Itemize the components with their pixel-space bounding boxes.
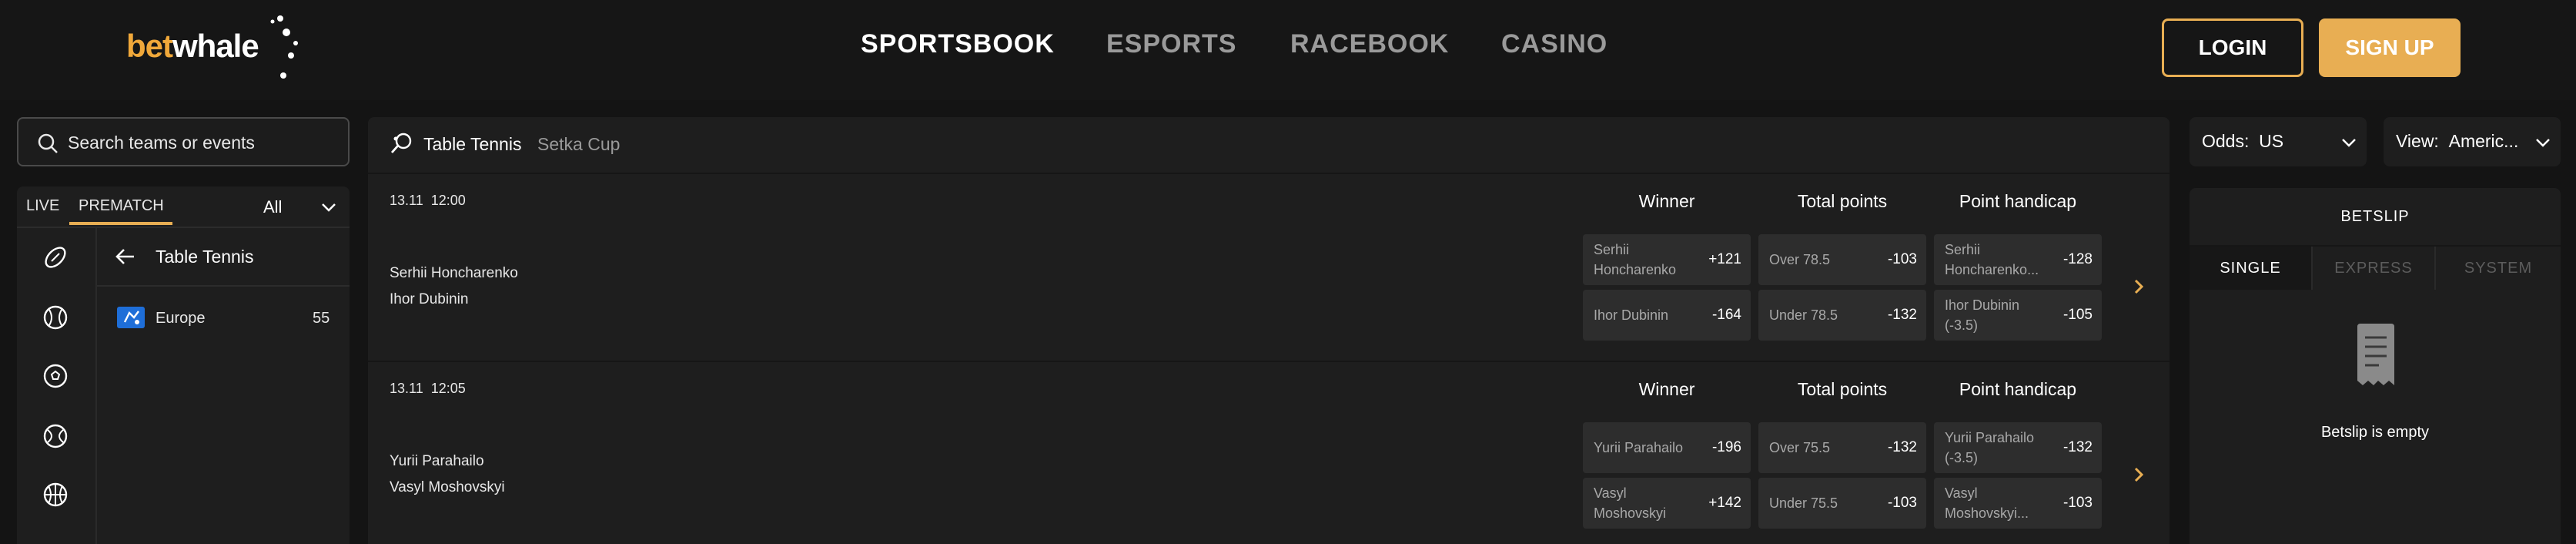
odds-label: Odds:	[2202, 131, 2250, 151]
tab-prematch[interactable]: PREMATCH	[79, 197, 164, 215]
team-away: Vasyl Moshovskyi	[390, 479, 505, 495]
odd-handicap-away[interactable]: Vasyl Moshovskyi... -103	[1934, 478, 2102, 529]
section-title: Table Tennis	[156, 247, 254, 267]
odds-value: US	[2259, 131, 2284, 151]
search-icon	[38, 133, 58, 153]
col-total: Total points	[1797, 191, 1888, 211]
chevron-right-icon[interactable]	[2131, 277, 2146, 296]
betslip-empty-text: Betslip is empty	[2320, 424, 2430, 441]
view-select[interactable]: View: Americ...	[2384, 117, 2561, 166]
tab-single[interactable]: SINGLE	[2190, 247, 2313, 290]
europe-flag-icon	[117, 307, 145, 328]
team-home: Serhii Honcharenko	[390, 265, 518, 281]
nav-sportsbook[interactable]: SPORTSBOOK	[861, 29, 1055, 59]
match-row[interactable]: 13.11 12:00 Winner Total points Point ha…	[368, 176, 2170, 362]
nav-esports[interactable]: ESPORTS	[1106, 29, 1236, 59]
tab-express[interactable]: EXPRESS	[2313, 247, 2436, 290]
team-away: Ihor Dubinin	[390, 291, 469, 307]
chevron-down-icon	[2342, 139, 2356, 147]
view-value: Americ...	[2448, 131, 2519, 151]
odd-handicap-home[interactable]: Yurii Parahailo (-3.5) -132	[1934, 422, 2102, 473]
betslip-panel: BETSLIP SINGLE EXPRESS SYSTEM Betslip is…	[2190, 188, 2561, 544]
chevron-down-icon	[2536, 139, 2550, 147]
filter-select[interactable]: All	[263, 197, 282, 217]
events-header: Table Tennis Setka Cup	[368, 117, 2170, 174]
view-label: View:	[2396, 131, 2439, 151]
betwhale-logo[interactable]: betwhale	[123, 12, 300, 86]
nav-casino[interactable]: CASINO	[1501, 29, 1607, 59]
odd-winner-home[interactable]: Yurii Parahailo -196	[1583, 422, 1751, 473]
match-date: 13.11 12:05	[390, 381, 466, 396]
nav-racebook[interactable]: RACEBOOK	[1290, 29, 1449, 59]
tab-system[interactable]: SYSTEM	[2436, 247, 2561, 290]
odd-winner-home[interactable]: Serhii Honcharenko +121	[1583, 234, 1751, 285]
football-icon[interactable]	[42, 243, 69, 271]
events-panel: Table Tennis Setka Cup 13.11 12:00 Winne…	[368, 117, 2170, 544]
col-total: Total points	[1797, 379, 1888, 399]
logo-bubbles-icon	[270, 15, 298, 79]
odd-winner-away[interactable]: Ihor Dubinin -164	[1583, 290, 1751, 341]
tab-active-underline	[69, 222, 172, 225]
top-header: betwhale SPORTSBOOK ESPORTS RACEBOOK CAS…	[0, 0, 2576, 100]
match-row[interactable]: 13.11 12:05 Winner Total points Point ha…	[368, 364, 2170, 544]
col-handicap: Point handicap	[1959, 379, 2077, 399]
betslip-title: BETSLIP	[2340, 208, 2410, 225]
tennis-icon[interactable]	[42, 422, 69, 450]
odd-total-under[interactable]: Under 75.5 -103	[1758, 478, 1926, 529]
team-home: Yurii Parahailo	[390, 453, 484, 469]
baseball-icon[interactable]	[42, 304, 69, 331]
odd-total-over[interactable]: Over 75.5 -132	[1758, 422, 1926, 473]
breadcrumb-sport[interactable]: Table Tennis	[423, 134, 521, 155]
search-placeholder: Search teams or events	[68, 133, 255, 153]
login-button[interactable]: LOGIN	[2162, 18, 2303, 77]
odd-total-over[interactable]: Over 78.5 -103	[1758, 234, 1926, 285]
region-count: 55	[313, 310, 330, 327]
search-input[interactable]: Search teams or events	[17, 117, 350, 166]
basketball-icon[interactable]	[42, 481, 69, 509]
section-divider	[97, 285, 350, 287]
col-handicap: Point handicap	[1959, 191, 2077, 211]
signup-button[interactable]: SIGN UP	[2319, 18, 2461, 77]
table-tennis-icon	[390, 133, 412, 153]
col-winner: Winner	[1638, 191, 1695, 211]
chevron-down-icon[interactable]	[320, 199, 337, 216]
tab-live[interactable]: LIVE	[26, 197, 59, 215]
chevron-right-icon[interactable]	[2131, 465, 2146, 484]
odd-handicap-home[interactable]: Serhii Honcharenko... -128	[1934, 234, 2102, 285]
soccer-icon[interactable]	[42, 362, 69, 390]
region-europe[interactable]: Europe	[156, 310, 206, 327]
breadcrumb-league: Setka Cup	[537, 134, 621, 154]
odds-format-select[interactable]: Odds: US	[2190, 117, 2367, 166]
odd-winner-away[interactable]: Vasyl Moshovskyi +142	[1583, 478, 1751, 529]
back-arrow-icon[interactable]	[114, 245, 137, 268]
odd-total-under[interactable]: Under 78.5 -132	[1758, 290, 1926, 341]
receipt-icon	[2357, 324, 2394, 385]
match-date: 13.11 12:00	[390, 193, 466, 208]
odd-handicap-away[interactable]: Ihor Dubinin (-3.5) -105	[1934, 290, 2102, 341]
betslip-tabs: SINGLE EXPRESS SYSTEM	[2190, 245, 2561, 290]
col-winner: Winner	[1638, 379, 1695, 399]
